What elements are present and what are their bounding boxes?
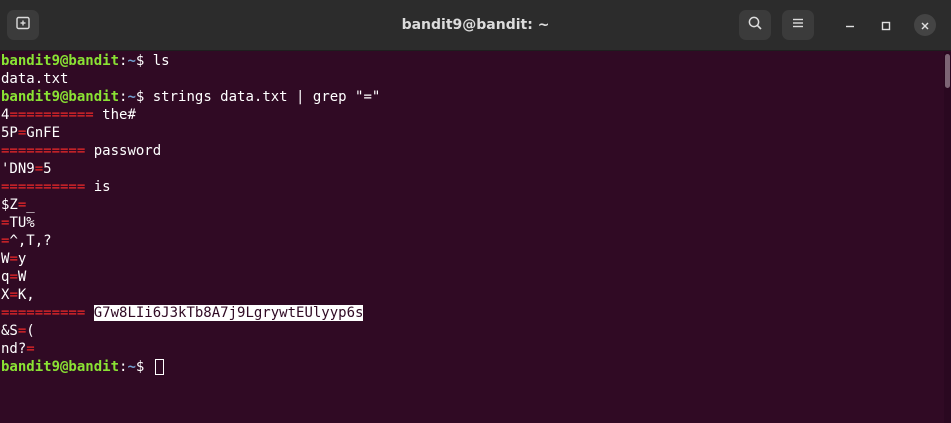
output-line: $Z=_ xyxy=(0,196,944,214)
output-text: the# xyxy=(93,107,136,123)
grep-match: = xyxy=(9,251,18,267)
output-text: W xyxy=(17,269,27,285)
maximize-icon xyxy=(881,16,891,35)
scrollbar[interactable] xyxy=(944,52,951,423)
prompt-dollar: $ xyxy=(135,89,153,105)
output-text: password xyxy=(85,143,162,159)
output-line: q=W xyxy=(0,268,944,286)
prompt-path: ~ xyxy=(127,89,136,105)
prompt-dollar: $ xyxy=(135,359,153,375)
output-text: ( xyxy=(26,323,35,339)
output-text: ^,T,? xyxy=(9,233,52,249)
output-text: 'DN9 xyxy=(1,161,35,177)
text-cursor xyxy=(154,359,164,375)
output-line: 5P=GnFE xyxy=(0,124,944,142)
command-text: strings data.txt | grep "=" xyxy=(152,89,381,105)
search-button[interactable] xyxy=(739,10,771,40)
output-line: nd?= xyxy=(0,340,944,358)
search-icon xyxy=(747,15,763,35)
prompt-dollar: $ xyxy=(135,53,153,69)
grep-match: ========== xyxy=(1,179,86,195)
grep-match: = xyxy=(26,341,35,357)
output-line: =TU% xyxy=(0,214,944,232)
output-text: y xyxy=(17,251,27,267)
output-line: =^,T,? xyxy=(0,232,944,250)
grep-match: = xyxy=(9,269,18,285)
prompt-user: bandit9@bandit xyxy=(1,53,120,69)
close-button[interactable] xyxy=(914,14,936,36)
output-text: nd? xyxy=(1,341,27,357)
close-icon xyxy=(920,16,930,35)
output-text: &S xyxy=(1,323,18,339)
output-text: _ xyxy=(26,197,35,213)
prompt-user: bandit9@bandit xyxy=(1,89,120,105)
grep-match: ========== xyxy=(9,107,94,123)
output-text: data.txt xyxy=(1,71,69,87)
grep-match: = xyxy=(9,287,18,303)
title-bar: bandit9@bandit: ~ xyxy=(0,0,951,51)
prompt-path: ~ xyxy=(127,359,136,375)
new-tab-icon xyxy=(15,15,31,35)
password-selection[interactable]: G7w8LIi6J3kTb8A7j9LgrywtEUlyyp6s xyxy=(93,305,364,321)
output-line: 4========== the# xyxy=(0,106,944,124)
output-line: ========== G7w8LIi6J3kTb8A7j9LgrywtEUlyy… xyxy=(0,304,944,322)
output-text: is xyxy=(85,179,111,195)
output-text: 5 xyxy=(43,161,52,177)
output-text: $Z xyxy=(1,197,18,213)
output-text: TU% xyxy=(9,215,35,231)
hamburger-menu-icon xyxy=(790,15,806,35)
menu-button[interactable] xyxy=(782,10,814,40)
grep-match: = xyxy=(34,161,44,177)
prompt-user: bandit9@bandit xyxy=(1,359,120,375)
scrollbar-thumb[interactable] xyxy=(945,54,950,88)
new-tab-button[interactable] xyxy=(7,10,39,40)
command-line: bandit9@bandit:~$ xyxy=(0,358,944,376)
grep-match: ========== xyxy=(1,305,86,321)
output-text: GnFE xyxy=(26,125,61,141)
command-line: bandit9@bandit:~$ strings data.txt | gre… xyxy=(0,88,944,106)
prompt-path: ~ xyxy=(127,53,136,69)
grep-match: ========== xyxy=(1,143,86,159)
maximize-button[interactable] xyxy=(875,14,897,36)
command-line: bandit9@bandit:~$ ls xyxy=(0,52,944,70)
output-line: ========== is xyxy=(0,178,944,196)
output-line: 'DN9=5 xyxy=(0,160,944,178)
command-text: ls xyxy=(152,53,170,69)
output-line: data.txt xyxy=(0,70,944,88)
output-line: &S=( xyxy=(0,322,944,340)
terminal-window: bandit9@bandit: ~ bandit9@bandit:~$ ls d… xyxy=(0,0,951,423)
output-line: X=K, xyxy=(0,286,944,304)
minimize-button[interactable] xyxy=(839,14,861,36)
output-text: K, xyxy=(17,287,35,303)
output-line: ========== password xyxy=(0,142,944,160)
output-line: W=y xyxy=(0,250,944,268)
terminal-output[interactable]: bandit9@bandit:~$ ls data.txt bandit9@ba… xyxy=(0,52,944,423)
minimize-icon xyxy=(845,16,855,35)
output-text: 5P xyxy=(1,125,18,141)
